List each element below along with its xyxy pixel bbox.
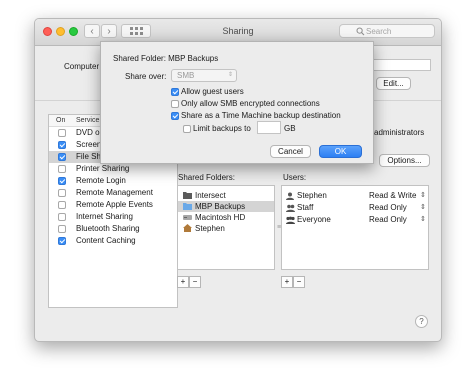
service-row[interactable]: Internet Sharing [49,211,177,223]
service-label: Screen [76,140,102,149]
shared-folder-label: Intersect [195,191,226,200]
shared-folder-row[interactable]: Intersect [178,190,274,201]
time-machine-checkbox[interactable] [171,112,179,120]
service-label: Remote Apple Events [76,200,153,209]
updown-arrows-icon: ⇕ [420,216,426,223]
service-checkbox[interactable] [58,141,66,149]
add-user-button[interactable]: + [281,276,293,288]
user-row[interactable]: Stephen Read & Write ⇕ [282,190,428,202]
service-checkbox[interactable] [58,225,66,233]
shared-folder-row[interactable]: MBP Backups [178,201,274,212]
edit-button[interactable]: Edit... [376,77,411,90]
options-button[interactable]: Options... [379,154,430,167]
shared-folders-list: Intersect MBP Backups Macintosh HD Stephen [177,185,275,270]
ok-button[interactable]: OK [319,145,362,158]
user-name: Stephen [297,191,327,200]
services-header-on: On [56,117,66,124]
user-row[interactable]: Everyone Read Only ⇕ [282,214,428,226]
share-over-value: SMB [177,71,195,80]
updown-arrows-icon: ⇕ [420,192,426,199]
user-row[interactable]: Staff Read Only ⇕ [282,202,428,214]
service-checkbox[interactable] [58,213,66,221]
limit-backups-checkbox[interactable] [183,125,191,133]
service-checkbox[interactable] [58,189,66,197]
user-access-select[interactable]: Read & Write [369,190,416,202]
service-label: Bluetooth Sharing [76,224,140,233]
share-over-label: Share over: [125,72,167,81]
users-title: Users: [283,173,307,182]
smb-encrypted-label: Only allow SMB encrypted connections [181,99,320,108]
computer-name-label: Computer [64,62,100,71]
updown-arrows-icon: ⇕ [420,204,426,211]
everyone-icon [286,216,295,228]
service-row[interactable]: Bluetooth Sharing [49,223,177,235]
service-row[interactable]: Remote Apple Events [49,199,177,211]
gb-label: GB [284,124,296,133]
administrators-text: administrators [374,128,425,137]
shared-folder-row[interactable]: Macintosh HD [178,212,274,223]
service-row[interactable]: Printer Sharing [49,163,177,175]
service-label: Printer Sharing [76,164,130,173]
time-machine-label: Share as a Time Machine backup destinati… [181,111,341,120]
add-folder-button[interactable]: + [177,276,189,288]
help-button[interactable]: ? [415,315,428,328]
allow-guest-checkbox[interactable] [171,88,179,96]
limit-backups-label: Limit backups to [193,124,251,133]
service-row[interactable]: Remote Login [49,175,177,187]
service-row[interactable]: Remote Management [49,187,177,199]
service-row[interactable]: Content Caching [49,235,177,247]
smb-encrypted-checkbox[interactable] [171,100,179,108]
shared-folders-title: Shared Folders: [178,173,235,182]
service-checkbox[interactable] [58,129,66,137]
shared-folder-label: MBP Backups [195,202,246,211]
user-name: Everyone [297,215,331,224]
updown-arrows-icon: ⇕ [227,72,233,78]
shared-folder-label: Stephen [195,224,225,233]
remove-user-button[interactable]: − [293,276,305,288]
remove-folder-button[interactable]: − [189,276,201,288]
limit-backups-field[interactable] [257,121,281,134]
share-over-select[interactable]: SMB ⇕ [171,69,237,82]
shared-folder-sheet: Shared Folder: MBP Backups Share over: S… [100,41,374,164]
services-header-service: Service [76,117,100,124]
home-icon [183,224,192,235]
user-name: Staff [297,203,314,212]
search-field[interactable]: Search [339,24,435,38]
service-label: Content Caching [76,236,136,245]
service-checkbox[interactable] [58,201,66,209]
service-label: Remote Management [76,188,153,197]
service-checkbox[interactable] [58,153,66,161]
search-placeholder: Search [366,27,392,36]
user-access-select[interactable]: Read Only [369,202,407,214]
service-checkbox[interactable] [58,237,66,245]
service-label: Internet Sharing [76,212,133,221]
dialog-title: Shared Folder: MBP Backups [113,54,219,63]
search-icon [356,27,365,36]
computer-name-field[interactable] [371,59,431,71]
shared-folder-row[interactable]: Stephen [178,223,274,234]
cancel-button[interactable]: Cancel [270,145,311,158]
service-label: DVD or [76,128,103,137]
service-label: Remote Login [76,176,126,185]
service-checkbox[interactable] [58,177,66,185]
users-list: Stephen Read & Write ⇕ Staff Read Only ⇕ Every… [281,185,429,270]
shared-folder-label: Macintosh HD [195,213,246,222]
allow-guest-label: Allow guest users [181,87,244,96]
user-access-select[interactable]: Read Only [369,214,407,226]
service-checkbox[interactable] [58,165,66,173]
